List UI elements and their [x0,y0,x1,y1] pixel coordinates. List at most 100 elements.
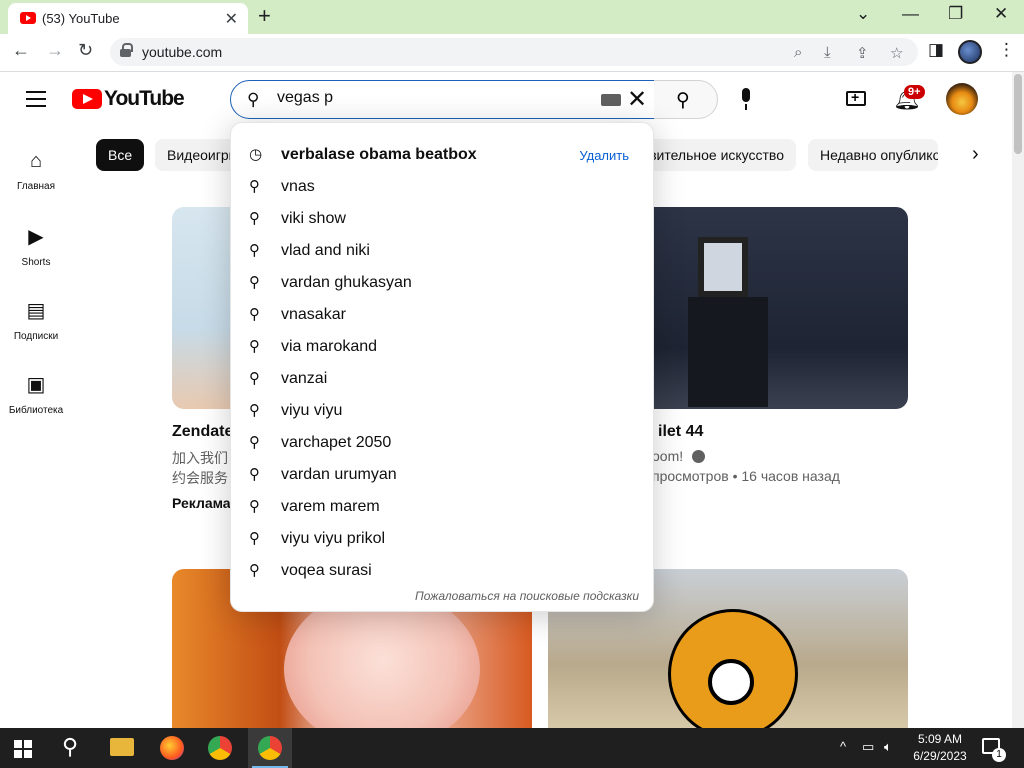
scrollbar-thumb[interactable] [1014,74,1022,154]
file-explorer-icon[interactable] [110,738,134,756]
clock-time: 5:09 AM [917,732,963,746]
suggestion-item[interactable]: ⚲ vlad and niki [231,235,655,267]
active-chrome-window[interactable] [248,728,292,768]
install-app-icon[interactable]: ⤓ [824,44,831,61]
suggestion-item[interactable]: ⚲ viki show [231,203,655,235]
suggestion-text: vardan urumyan [281,466,397,483]
search-icon: ⚲ [249,338,260,355]
video-meta: 加入我们 [172,450,228,466]
rail-label: Shorts [21,257,51,268]
address-bar[interactable]: youtube.com ⌕ ⤓ ⇪ ☆ [110,38,918,66]
browser-menu-icon[interactable]: ⋮ [998,40,1015,60]
search-icon: ⚲ [249,306,260,323]
page-scrollbar[interactable] [1012,72,1024,728]
rail-label: Подписки [13,331,59,342]
chrome-icon[interactable] [208,736,232,760]
video-meta: oom! [652,448,684,464]
restore-icon[interactable]: ❐ [948,4,963,24]
reload-icon[interactable]: ↻ [78,40,93,61]
suggestion-history-item[interactable]: ◷ verbalase obama beatbox Удалить [231,139,655,171]
suggestion-item[interactable]: ⚲ vnas [231,171,655,203]
search-input[interactable] [277,89,577,107]
minimize-icon[interactable]: — [902,4,919,24]
clock-date: 6/29/2023 [913,749,967,763]
remove-history-link[interactable]: Удалить [579,148,629,163]
back-arrow-icon[interactable]: ← [12,40,30,61]
suggestion-item[interactable]: ⚲ varem marem [231,491,655,523]
youtube-logo-icon[interactable] [72,89,102,109]
taskbar-clock[interactable]: 5:09 AM 6/29/2023 [904,731,976,765]
create-video-icon[interactable] [846,89,866,106]
suggestion-text: varem marem [281,498,380,515]
tab-search-chevron-icon[interactable]: ⌄ [856,4,870,24]
forward-arrow-icon[interactable]: → [46,40,64,61]
zoom-search-icon[interactable]: ⌕ [794,44,802,61]
suggestion-item[interactable]: ⚲ via marokand [231,331,655,363]
search-icon: ⚲ [249,210,260,227]
bookmark-star-icon[interactable]: ☆ [890,44,903,62]
clear-search-icon[interactable]: ✕ [627,85,647,114]
suggestion-text: vlad and niki [281,242,370,259]
suggestion-item[interactable]: ⚲ varchapet 2050 [231,427,655,459]
volume-muted-icon[interactable]: 🔈︎ [884,739,892,755]
suggestion-text: viyu viyu [281,402,343,419]
action-center-badge: 1 [992,748,1006,762]
windows-start-icon[interactable] [14,740,32,758]
search-icon[interactable]: ⚲ [62,734,78,760]
search-icon: ⚲ [249,466,260,483]
windows-taskbar: ⚲ ^ ▭ 🔈︎ 5:09 AM 6/29/2023 1 [0,728,1024,768]
keyboard-icon[interactable] [601,94,621,106]
suggestion-text: vardan ghukasyan [281,274,412,291]
chevron-right-icon[interactable]: › [972,143,979,166]
report-suggestions-link[interactable]: Пожаловаться на поисковые подсказки [415,589,639,603]
suggestion-text: viyu viyu prikol [281,530,386,547]
hamburger-menu-icon[interactable] [26,91,46,107]
suggestion-text: via marokand [281,338,378,355]
firefox-icon[interactable] [160,736,184,760]
youtube-wordmark[interactable]: YouTube [104,87,185,111]
new-tab-icon[interactable]: + [258,3,271,29]
browser-tab-strip: (53) YouTube ✕ + ⌄ — ❐ ✕ [0,0,1024,34]
suggestion-item[interactable]: ⚲ viyu viyu prikol [231,523,655,555]
share-icon[interactable]: ⇪ [856,44,869,62]
library-icon: ▣ [26,374,46,396]
history-icon: ◷ [249,146,263,163]
thumbnail-figure-body [688,297,768,407]
video-title[interactable]: ilet 44 [658,423,703,441]
chip-recently-uploaded[interactable]: Недавно опубликованные [808,139,938,171]
rail-item-library[interactable]: ▣ Библиотека [0,372,72,416]
screen: (53) YouTube ✕ + ⌄ — ❐ ✕ ← → ↻ youtube.c… [0,0,1024,768]
suggestion-item[interactable]: ⚲ voqea surasi [231,555,655,587]
search-button[interactable]: ⚲ [654,80,718,119]
search-icon: ⚲ [249,402,260,419]
browser-profile-avatar[interactable] [958,40,982,64]
window-close-icon[interactable]: ✕ [994,4,1008,24]
suggestion-item[interactable]: ⚲ vnasakar [231,299,655,331]
search-icon: ⚲ [249,370,260,387]
suggestion-item[interactable]: ⚲ vanzai [231,363,655,395]
search-suggestions-dropdown: ◷ verbalase obama beatbox Удалить ⚲ vnas … [230,122,654,612]
search-box[interactable]: ⚲ ✕ [230,80,655,119]
suggestion-item[interactable]: ⚲ vardan ghukasyan [231,267,655,299]
rail-item-shorts[interactable]: ▶︎ Shorts [0,224,72,268]
suggestion-item[interactable]: ⚲ vardan urumyan [231,459,655,491]
suggestion-text: varchapet 2050 [281,434,392,451]
microphone-icon[interactable] [736,88,756,112]
rail-label: Главная [16,181,56,192]
browser-tab[interactable]: (53) YouTube ✕ [8,3,248,34]
search-icon: ⚲ [247,90,260,109]
side-panel-icon[interactable]: ◨ [928,40,944,60]
tab-close-icon[interactable]: ✕ [225,9,238,29]
chip-all[interactable]: Все [96,139,145,171]
rail-item-subscriptions[interactable]: ▤ Подписки [0,298,72,342]
youtube-header: YouTube ⚲ ✕ ⚲ 🔔︎ 9+ [0,72,1012,128]
suggestion-text: vnasakar [281,306,346,323]
show-hidden-icons-icon[interactable]: ^ [840,739,846,754]
video-title[interactable]: Zendate [172,423,233,441]
user-avatar[interactable] [946,83,978,115]
search-icon: ⚲ [249,274,260,291]
rail-item-home[interactable]: ⌂ Главная [0,150,72,192]
suggestion-item[interactable]: ⚲ viyu viyu [231,395,655,427]
search-icon: ⚲ [249,178,260,195]
network-icon[interactable]: ▭ [862,739,874,755]
